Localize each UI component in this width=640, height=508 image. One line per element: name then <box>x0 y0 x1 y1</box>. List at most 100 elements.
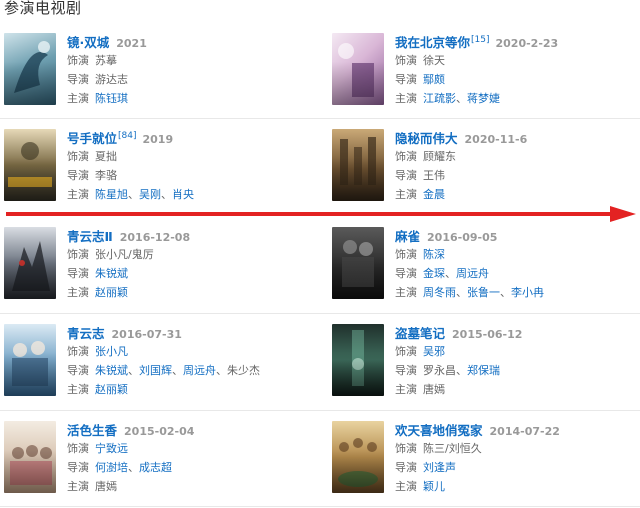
tv-card-9[interactable]: 活色生香 2015-02-04 饰演 宁致远 导演 何澍培、成志超 主演 唐嫣 <box>4 421 304 503</box>
role-name: 陈三/刘恒久 <box>423 442 482 455</box>
role-label: 饰演 <box>395 345 417 358</box>
cast-row: 主演 江疏影、蒋梦婕 <box>395 92 500 105</box>
cast-link[interactable]: 周冬雨 <box>423 286 456 299</box>
director-link[interactable]: 刘逢声 <box>423 461 456 474</box>
cast-label: 主演 <box>67 188 89 201</box>
role-link[interactable]: 陈深 <box>423 248 445 261</box>
cast-link[interactable]: 江疏影 <box>423 92 456 105</box>
cast-link[interactable]: 颖儿 <box>423 480 445 493</box>
drama-title[interactable]: 青云志Ⅱ <box>67 229 113 244</box>
cast-link[interactable]: 赵丽颖 <box>95 286 128 299</box>
role-label: 饰演 <box>395 54 417 67</box>
drama-title[interactable]: 青云志 <box>67 326 105 341</box>
poster-image[interactable] <box>4 129 56 201</box>
poster-image[interactable] <box>332 421 384 493</box>
drama-title[interactable]: 活色生香 <box>67 423 117 438</box>
drama-title[interactable]: 盗墓笔记 <box>395 326 445 341</box>
director-link[interactable]: 朱锐斌 <box>95 267 128 280</box>
drama-title[interactable]: 我在北京等你 <box>395 35 470 50</box>
director-row: 导演 罗永昌、郑保瑞 <box>395 364 500 377</box>
role-link[interactable]: 宁致远 <box>95 442 128 455</box>
tv-card-2[interactable]: 我在北京等你[15] 2020-2-23 饰演 徐天 导演 鄢颇 主演 江疏影、蒋梦婕 <box>332 33 632 115</box>
role-row: 饰演 苏摹 <box>67 51 307 70</box>
drama-title[interactable]: 隐秘而伟大 <box>395 131 458 146</box>
director-label: 导演 <box>67 73 89 86</box>
poster-image[interactable] <box>4 33 56 105</box>
cast-row: 主演 颖儿 <box>395 477 635 496</box>
tv-card-1[interactable]: 镜·双城 2021 饰演 苏摹 导演 游达志 主演 陈钰琪 <box>4 33 304 115</box>
cast-label: 主演 <box>67 480 89 493</box>
director-link[interactable]: 郑保瑞 <box>467 364 500 377</box>
director-row: 导演 游达志 <box>67 70 307 89</box>
role-link[interactable]: 吴邪 <box>423 345 445 358</box>
role-row: 饰演 宁致远 <box>67 439 307 458</box>
cast-link[interactable]: 李小冉 <box>511 286 544 299</box>
tv-card-10[interactable]: 欢天喜地俏冤家 2014-07-22 饰演 陈三/刘恒久 导演 刘逢声 主演 颖儿 <box>332 421 632 503</box>
row-divider <box>0 506 640 507</box>
cast-link[interactable]: 陈星旭 <box>95 188 128 201</box>
cast-row: 主演 金晨 <box>395 185 635 204</box>
drama-title[interactable]: 号手就位 <box>67 131 117 146</box>
poster-image[interactable] <box>332 227 384 299</box>
director-row: 导演 王伟 <box>395 166 635 185</box>
role-label: 饰演 <box>67 345 89 358</box>
cast-name: 唐嫣 <box>423 383 445 396</box>
cast-link[interactable]: 张鲁一 <box>467 286 500 299</box>
poster-image[interactable] <box>4 421 56 493</box>
drama-title[interactable]: 麻雀 <box>395 229 420 244</box>
director-row: 导演 李骆 <box>67 166 307 185</box>
role-row: 饰演 张小凡 <box>67 342 307 361</box>
cast-link[interactable]: 赵丽颖 <box>95 383 128 396</box>
cast-label: 主演 <box>67 286 89 299</box>
drama-title[interactable]: 镜·双城 <box>67 35 109 50</box>
role-label: 饰演 <box>395 442 417 455</box>
role-name: 徐天 <box>423 54 445 67</box>
role-row: 饰演 夏拙 <box>67 147 307 166</box>
air-date: 2016-07-31 <box>111 328 182 341</box>
air-date: 2016-09-05 <box>427 231 498 244</box>
cast-link[interactable]: 蒋梦婕 <box>467 92 500 105</box>
director-row: 导演 朱锐斌、刘国辉、周远舟、朱少杰 <box>67 364 260 377</box>
poster-image[interactable] <box>332 324 384 396</box>
tv-card-6[interactable]: 麻雀 2016-09-05 饰演 陈深 导演 金琛、周远舟 主演 周冬雨、张鲁一、李小冉 <box>332 227 632 309</box>
poster-image[interactable] <box>4 227 56 299</box>
cast-link[interactable]: 吴刚 <box>139 188 161 201</box>
air-date: 2015-02-04 <box>124 425 195 438</box>
cast-link[interactable]: 陈钰琪 <box>95 92 128 105</box>
poster-image[interactable] <box>332 33 384 105</box>
cast-row: 主演 陈星旭、吴刚、肖央 <box>67 188 194 201</box>
director-row: 导演 鄢颇 <box>395 70 635 89</box>
cast-link[interactable]: 肖央 <box>172 188 194 201</box>
cast-link[interactable]: 金晨 <box>423 188 445 201</box>
tv-card-5[interactable]: 青云志Ⅱ 2016-12-08 饰演 张小凡/鬼厉 导演 朱锐斌 主演 赵丽颖 <box>4 227 304 309</box>
row-divider <box>0 313 640 314</box>
role-link[interactable]: 张小凡 <box>95 345 128 358</box>
director-link[interactable]: 何澍培 <box>95 461 128 474</box>
director-row: 导演 金琛、周远舟 <box>395 267 489 280</box>
cast-row: 主演 周冬雨、张鲁一、李小冉 <box>395 286 544 299</box>
director-row: 导演 何澍培、成志超 <box>67 461 172 474</box>
tv-card-3[interactable]: 号手就位[84] 2019 饰演 夏拙 导演 李骆 主演 陈星旭、吴刚、肖央 <box>4 129 304 211</box>
director-link[interactable]: 周远舟 <box>456 267 489 280</box>
tv-card-8[interactable]: 盗墓笔记 2015-06-12 饰演 吴邪 导演 罗永昌、郑保瑞 主演 唐嫣 <box>332 324 632 406</box>
poster-image[interactable] <box>4 324 56 396</box>
director-label: 导演 <box>67 461 89 474</box>
director-label: 导演 <box>67 267 89 280</box>
citation[interactable]: [15] <box>471 35 489 45</box>
director-link[interactable]: 朱锐斌 <box>95 364 128 377</box>
director-link[interactable]: 金琛 <box>423 267 445 280</box>
role-name: 张小凡/鬼厉 <box>95 248 154 261</box>
air-date: 2020-11-6 <box>464 133 528 146</box>
tv-card-7[interactable]: 青云志 2016-07-31 饰演 张小凡 导演 朱锐斌、刘国辉、周远舟、朱少杰 主演… <box>4 324 304 406</box>
director-label: 导演 <box>67 364 89 377</box>
director-link[interactable]: 周远舟 <box>183 364 216 377</box>
tv-card-4[interactable]: 隐秘而伟大 2020-11-6 饰演 顾耀东 导演 王伟 主演 金晨 <box>332 129 632 211</box>
director-name: 李骆 <box>95 169 117 182</box>
drama-title[interactable]: 欢天喜地俏冤家 <box>395 423 483 438</box>
cast-label: 主演 <box>395 188 417 201</box>
director-link[interactable]: 成志超 <box>139 461 172 474</box>
director-link[interactable]: 鄢颇 <box>423 73 445 86</box>
director-link[interactable]: 刘国辉 <box>139 364 172 377</box>
poster-image[interactable] <box>332 129 384 201</box>
citation[interactable]: [84] <box>118 131 136 141</box>
